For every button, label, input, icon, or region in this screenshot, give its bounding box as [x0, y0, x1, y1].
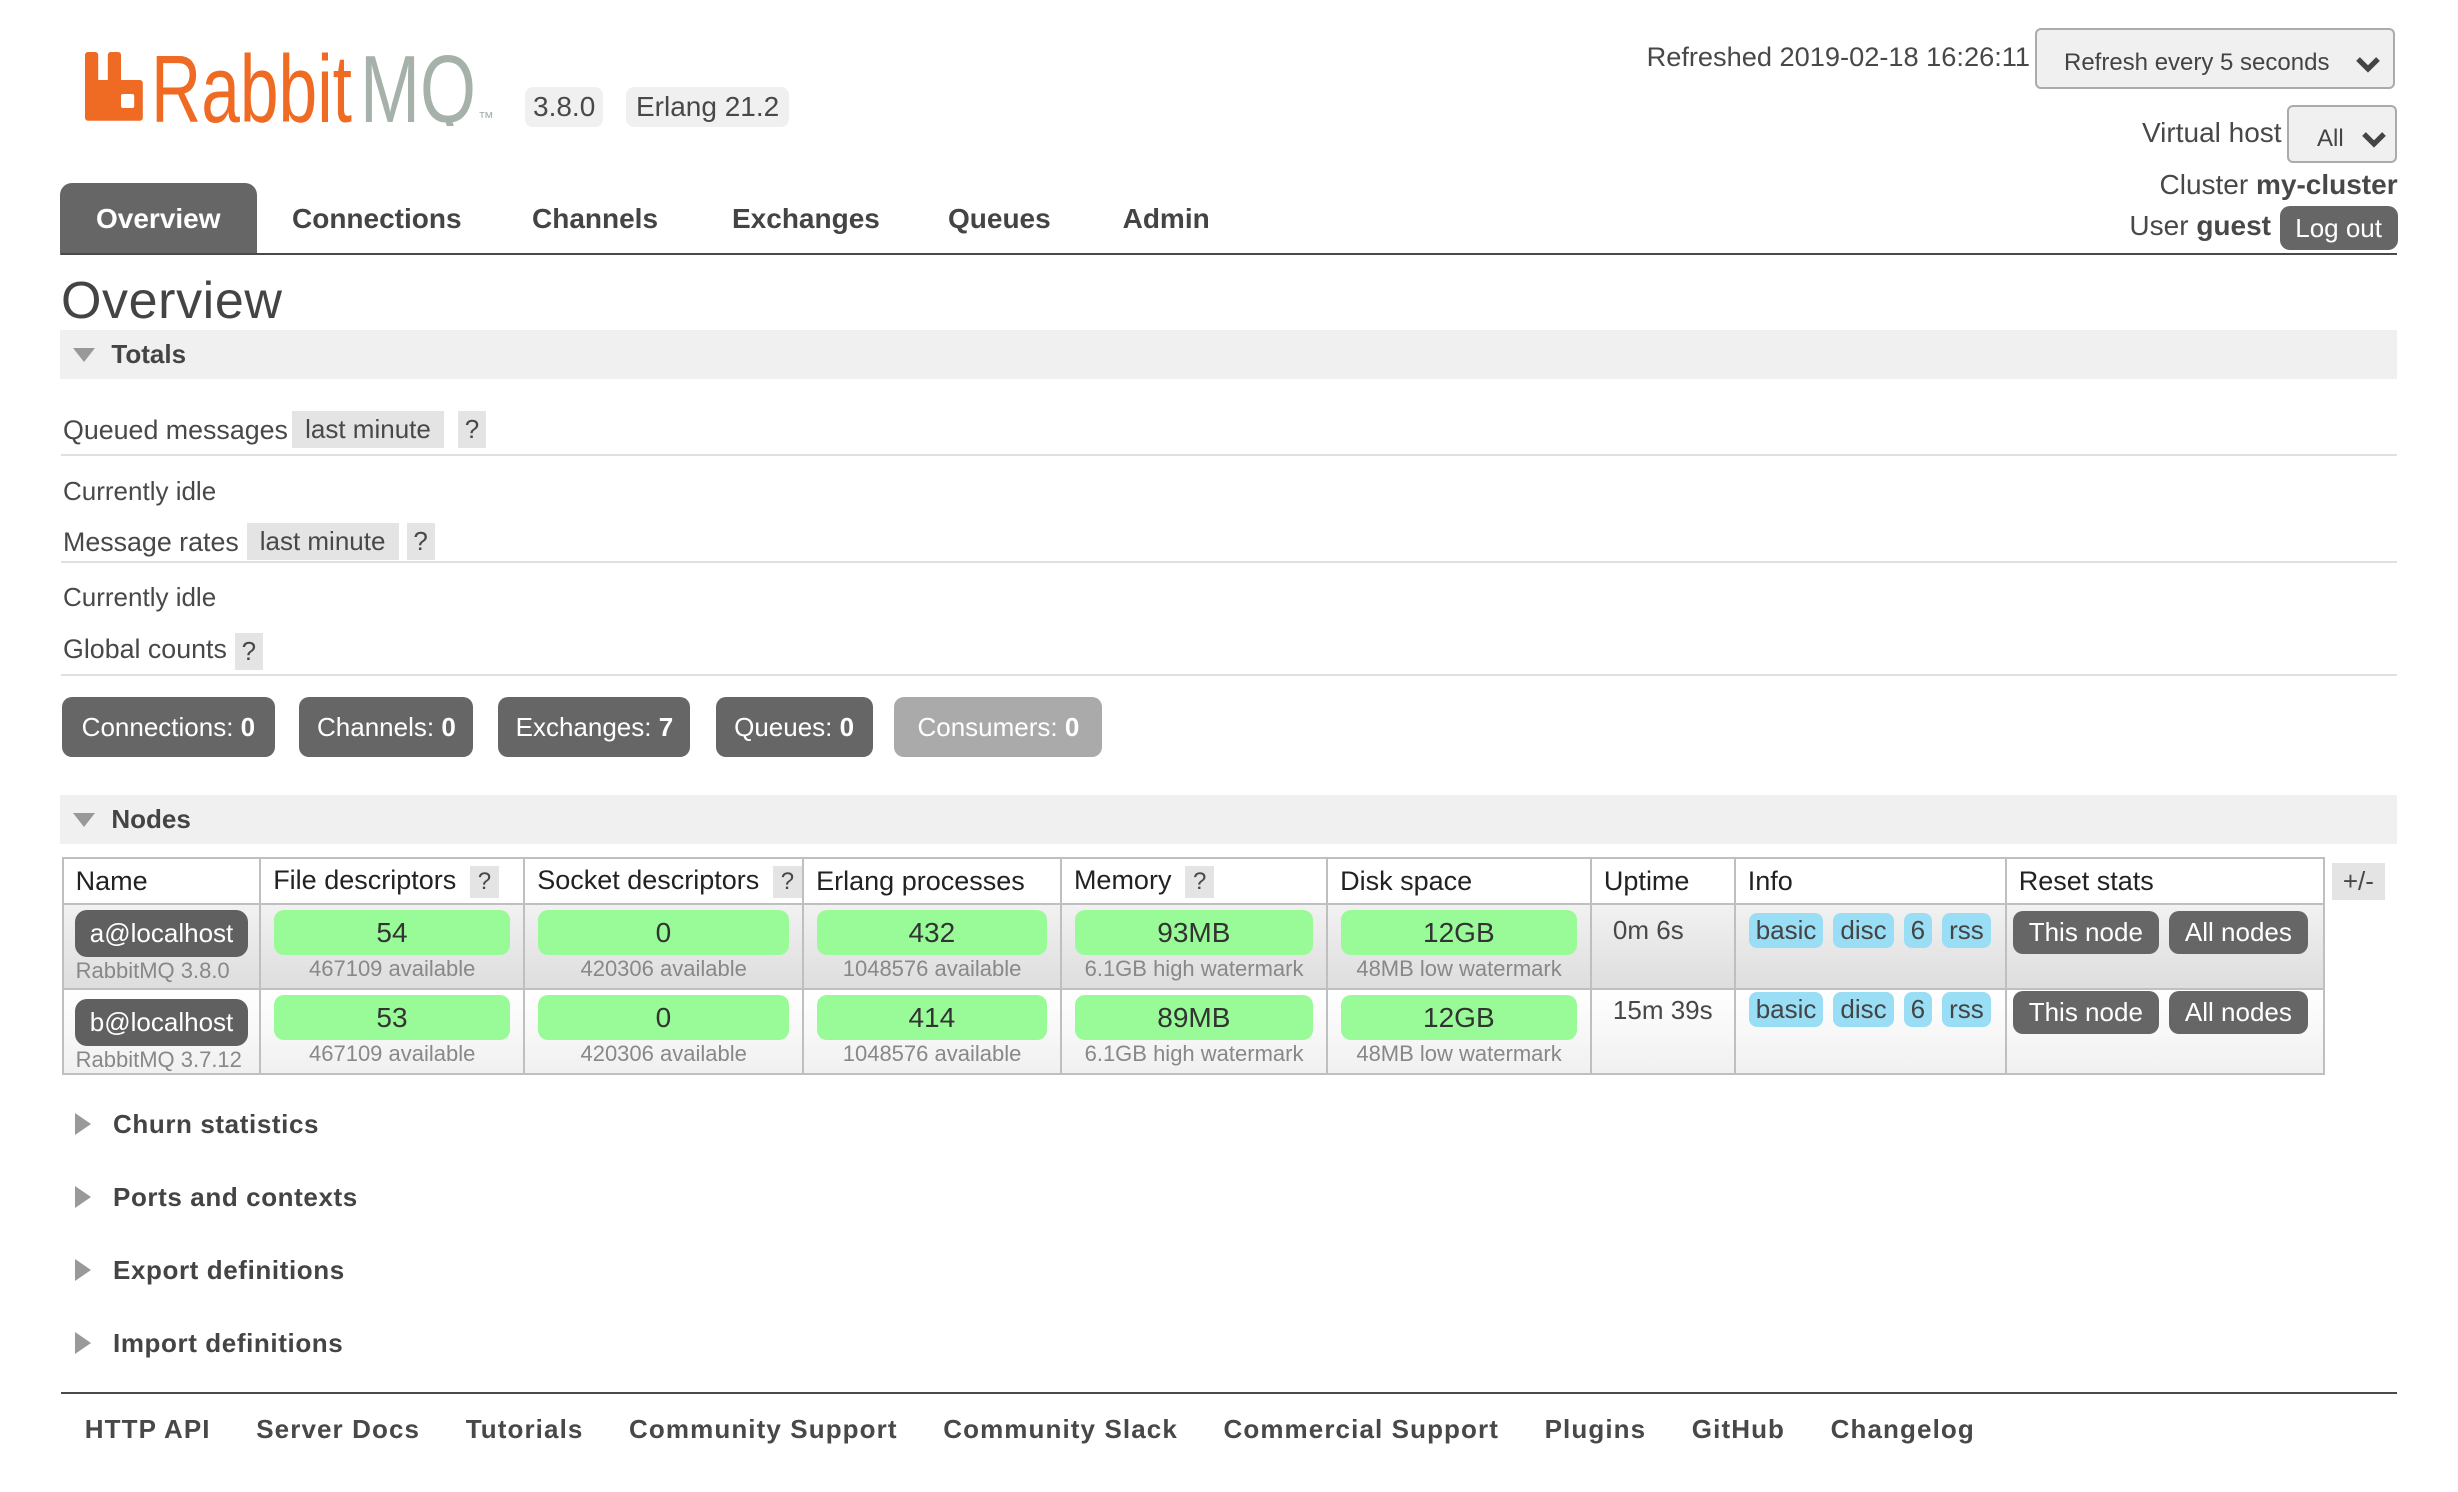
svg-text:™: ™ — [478, 110, 494, 126]
svg-text:Rabbit: Rabbit — [151, 52, 352, 126]
svg-text:MQ: MQ — [360, 52, 476, 126]
